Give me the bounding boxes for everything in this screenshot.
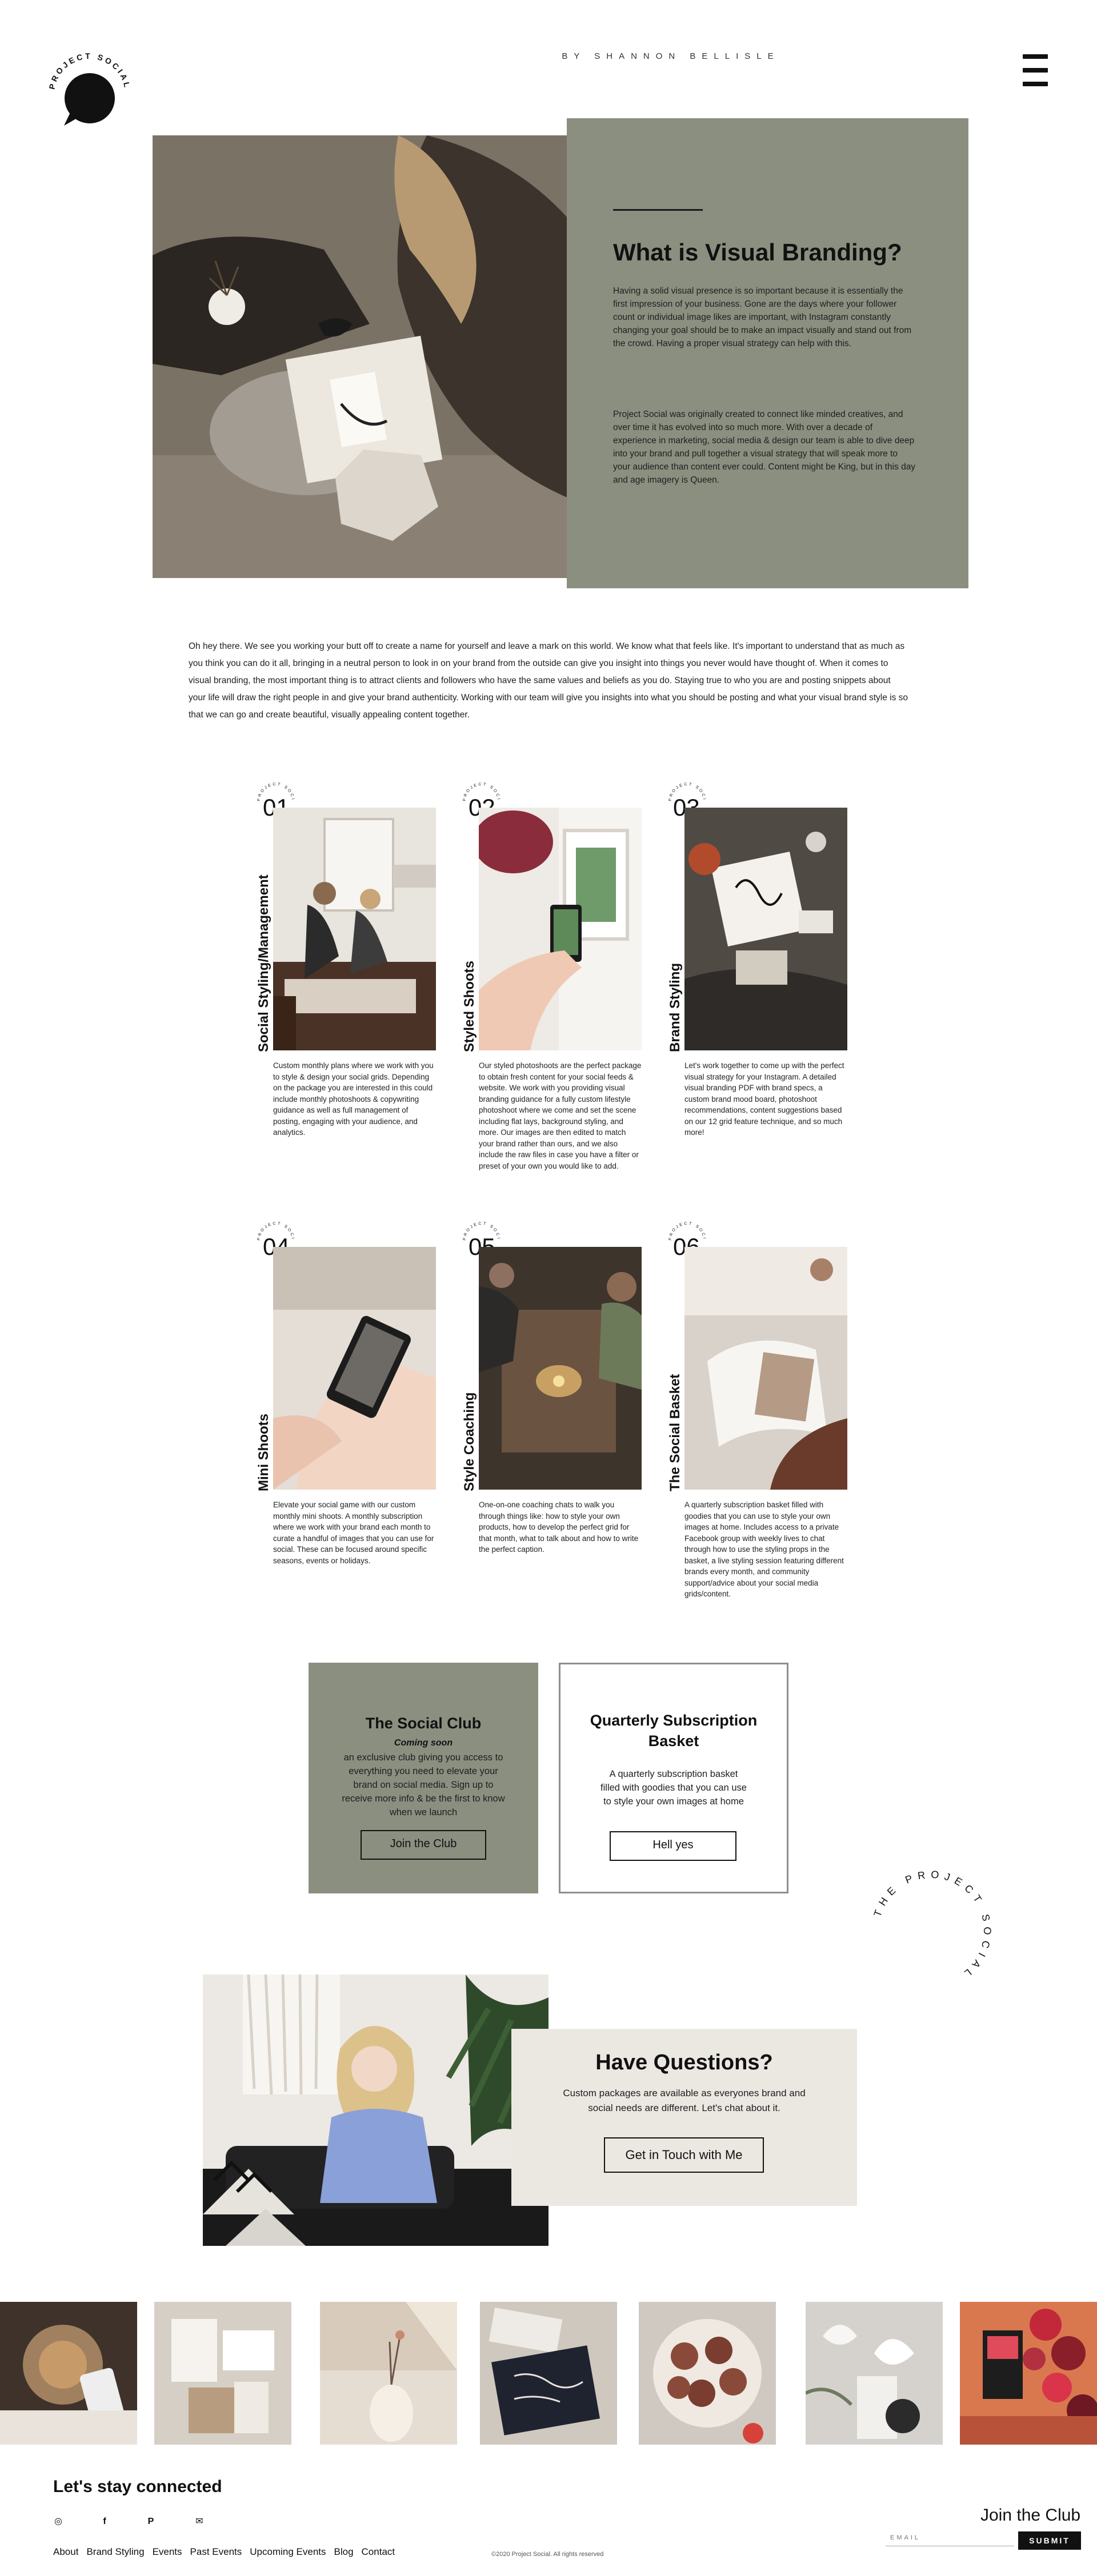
subscription-basket-card: Quarterly Subscription Basket A quarterl…	[559, 1663, 788, 1893]
gallery-image[interactable]	[0, 2302, 137, 2445]
footer-link-about[interactable]: About	[53, 2546, 78, 2558]
social-club-card: The Social Club Coming soon an exclusive…	[309, 1663, 538, 1893]
card-title: The Social Club	[365, 1715, 482, 1732]
intro-text: Oh hey there. We see you working your bu…	[189, 641, 908, 720]
byline: BY SHANNON BELLISLE	[562, 51, 780, 61]
service-photo-social-basket[interactable]	[684, 1247, 847, 1490]
pinterest-icon[interactable]: P	[144, 2515, 158, 2529]
service-title: Mini Shoots	[256, 1414, 271, 1491]
hero-paragraph-2: Project Social was originally created to…	[613, 410, 916, 485]
questions-panel: Have Questions? Custom packages are avai…	[511, 2029, 857, 2206]
svg-text:THE PROJECT SOCIAL: THE PROJECT SOCIAL	[871, 1868, 993, 1982]
service-photo-style-coaching[interactable]	[479, 1247, 642, 1490]
service-title: Styled Shoots	[462, 960, 477, 1052]
service-photo-mini-shoots[interactable]	[273, 1247, 436, 1490]
card-text: an exclusive club giving you access to e…	[342, 1752, 505, 1817]
service-description: Our styled photoshoots are the perfect p…	[479, 1061, 642, 1170]
service-title: The Social Basket	[667, 1374, 683, 1491]
service-title: Brand Styling	[667, 962, 683, 1052]
footer-nav: About Brand Styling Events Past Events U…	[53, 2546, 395, 2558]
service-photo-styled-shoots[interactable]	[479, 808, 642, 1050]
card-title: Quarterly Subscription Basket	[590, 1712, 758, 1750]
service-description: Let's work together to come up with the …	[684, 1061, 844, 1137]
title-rule	[613, 209, 703, 211]
email-icon[interactable]: ✉	[193, 2515, 206, 2529]
footer-link-brand-styling[interactable]: Brand Styling	[86, 2546, 144, 2558]
get-in-touch-button[interactable]: Get in Touch with Me	[604, 2137, 764, 2173]
footer-title: Let's stay connected	[53, 2477, 222, 2496]
hero-title: What is Visual Branding?	[613, 239, 902, 266]
email-input[interactable]	[886, 2529, 1014, 2546]
footer-link-blog[interactable]: Blog	[334, 2546, 354, 2558]
hamburger-menu-icon[interactable]	[1023, 54, 1048, 86]
service-photo-social-styling[interactable]	[273, 808, 436, 1050]
service-title: Social Styling/Management	[256, 874, 271, 1052]
card-text: A quarterly subscription basket filled w…	[600, 1769, 747, 1807]
hell-yes-button[interactable]: Hell yes	[610, 1831, 736, 1861]
service-description: Elevate your social game with our custom…	[273, 1500, 434, 1565]
footer-link-past-events[interactable]: Past Events	[190, 2546, 242, 2558]
hero-paragraph-1: Having a solid visual presence is so imp…	[613, 286, 912, 348]
footer-link-events[interactable]: Events	[153, 2546, 182, 2558]
circle-badge: THE PROJECT SOCIAL	[863, 1862, 1000, 1999]
card-subtitle: Coming soon	[394, 1738, 453, 1748]
footer-link-upcoming-events[interactable]: Upcoming Events	[250, 2546, 326, 2558]
service-photo-brand-styling[interactable]	[684, 808, 847, 1050]
gallery-image[interactable]	[154, 2302, 291, 2445]
gallery-image[interactable]	[960, 2302, 1097, 2445]
questions-portrait-photo	[203, 1975, 548, 2246]
gallery-image[interactable]	[806, 2302, 943, 2445]
join-club-button[interactable]: Join the Club	[361, 1830, 486, 1860]
footer-join-title: Join the Club	[980, 2506, 1081, 2525]
gallery-image[interactable]	[480, 2302, 617, 2445]
hero-panel	[567, 118, 968, 588]
footer-link-contact[interactable]: Contact	[362, 2546, 395, 2558]
service-description: A quarterly subscription basket filled w…	[684, 1500, 844, 1598]
submit-button[interactable]: SUBMIT	[1018, 2531, 1081, 2550]
service-description: One-on-one coaching chats to walk you th…	[479, 1500, 639, 1554]
gallery-image[interactable]	[639, 2302, 776, 2445]
hero-flatlay-photo	[153, 135, 575, 578]
questions-title: Have Questions?	[595, 2051, 773, 2075]
service-description: Custom monthly plans where we work with …	[273, 1061, 434, 1137]
facebook-icon[interactable]: f	[98, 2515, 111, 2529]
questions-text: Custom packages are available as everyon…	[563, 2088, 806, 2113]
service-title: Style Coaching	[462, 1392, 477, 1491]
copyright: ©2020 Project Social. All rights reserve…	[491, 2551, 604, 2558]
gallery-image[interactable]	[320, 2302, 457, 2445]
instagram-icon[interactable]: ◎	[51, 2515, 65, 2529]
